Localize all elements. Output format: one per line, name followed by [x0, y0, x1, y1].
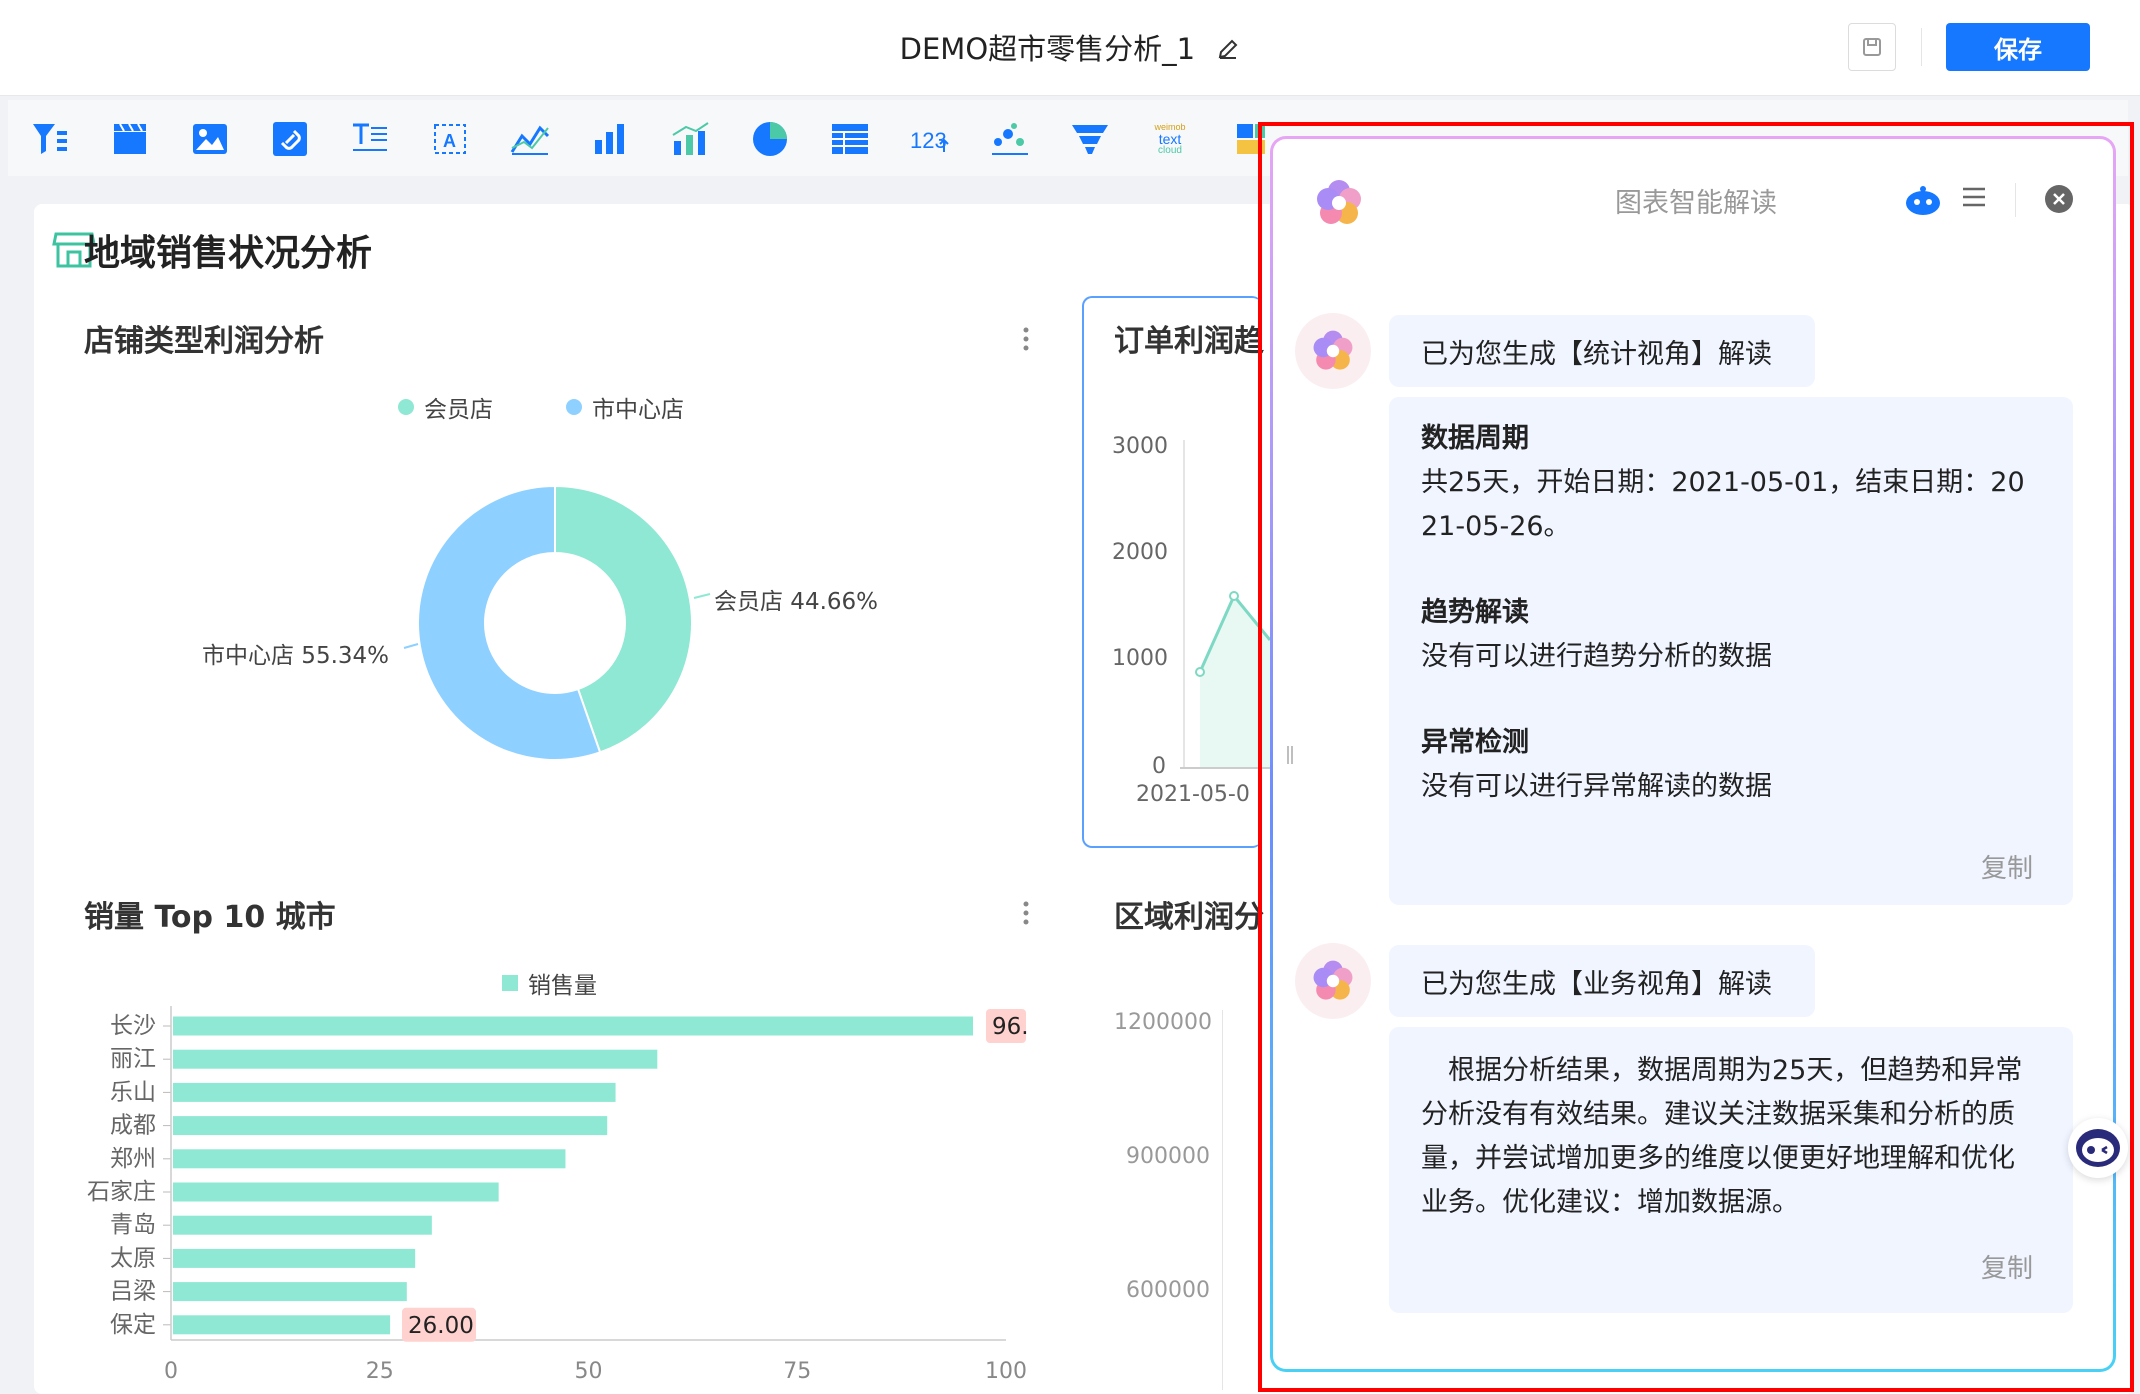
save-draft-icon	[1863, 38, 1881, 56]
bar-category-label: 长沙	[110, 1013, 156, 1039]
bar[interactable]	[173, 1082, 616, 1102]
close-icon[interactable]	[2045, 185, 2073, 213]
line-x-tick: 2021-05-0	[1136, 782, 1250, 807]
ai-avatar-icon	[1313, 330, 1353, 370]
bar-chart: 长沙丽江乐山成都郑州石家庄青岛太原吕梁保定 0 25 50 75 100 96. 26.00	[87, 1006, 1029, 1384]
stat-heading: 数据周期	[1421, 423, 1529, 454]
line-y-tick: 1000	[1112, 646, 1168, 671]
biz-body-bubble: 根据分析结果，数据周期为25天，但趋势和异常分析没有有效结果。建议关注数据采集和…	[1389, 1027, 2073, 1313]
ai-panel-title: 图表智能解读	[1615, 188, 1777, 219]
panel-divider	[2015, 183, 2016, 217]
word-cloud-icon[interactable]: weimob text cloud	[1148, 118, 1192, 160]
bar[interactable]	[173, 1116, 608, 1136]
copy-button[interactable]: 复制	[1981, 847, 2033, 891]
region-y-tick: 600000	[1126, 1278, 1210, 1303]
copy-button[interactable]: 复制	[1981, 1247, 2033, 1291]
line-y-tick: 0	[1152, 754, 1166, 779]
edit-title-icon[interactable]	[1216, 34, 1240, 68]
bar[interactable]	[173, 1282, 407, 1302]
value-label: 26.00	[408, 1313, 474, 1339]
region-chart-title: 区域利润分	[1114, 900, 1264, 935]
stat-heading: 趋势解读	[1421, 597, 1529, 628]
bar[interactable]	[173, 1016, 973, 1036]
funnel-icon[interactable]	[1068, 118, 1112, 160]
ai-avatar	[1295, 943, 1371, 1019]
bar-category-label: 太原	[110, 1245, 156, 1271]
treemap-icon[interactable]	[1228, 118, 1272, 160]
bar-x-tick: 50	[575, 1359, 603, 1384]
biz-text: 根据分析结果，数据周期为25天，但趋势和异常分析没有有效结果。建议关注数据采集和…	[1421, 1055, 2023, 1218]
bar[interactable]	[173, 1315, 391, 1335]
bar[interactable]	[173, 1049, 658, 1069]
region-y-tick: 900000	[1126, 1144, 1210, 1169]
bar[interactable]	[173, 1215, 432, 1235]
value-label: 96.	[992, 1014, 1029, 1040]
bar-category-label: 青岛	[110, 1212, 156, 1238]
ai-insight-panel: 图表智能解读 已为您生成【统计视角】解读 数据周期 共25天，开始日期：2021…	[1270, 136, 2116, 1372]
ai-avatar-icon	[1313, 960, 1353, 1000]
region-y-tick: 1200000	[1114, 1010, 1212, 1035]
stat-body-bubble: 数据周期 共25天，开始日期：2021-05-01，结束日期：20 21-05-…	[1389, 397, 2073, 905]
bar[interactable]	[173, 1182, 499, 1202]
line-y-tick: 2000	[1112, 540, 1168, 565]
menu-icon[interactable]	[1961, 183, 1987, 213]
stat-text: 没有可以进行趋势分析的数据	[1421, 641, 1772, 672]
bar[interactable]	[173, 1248, 416, 1268]
region-axis	[1222, 1010, 1223, 1390]
stat-heading: 异常检测	[1421, 727, 1529, 758]
bar-category-label: 吕梁	[110, 1279, 156, 1305]
stat-text: 没有可以进行异常解读的数据	[1421, 771, 1772, 802]
line-y-tick: 3000	[1112, 434, 1168, 459]
bar-x-tick: 100	[985, 1359, 1027, 1384]
line-chart-plot	[1180, 440, 1270, 769]
bar-x-tick: 75	[783, 1359, 811, 1384]
save-draft-button[interactable]	[1848, 23, 1896, 71]
bar[interactable]	[173, 1149, 566, 1169]
bar-x-tick: 25	[366, 1359, 394, 1384]
ai-avatar	[1295, 313, 1371, 389]
header-divider	[1921, 28, 1922, 66]
bar-x-tick: 0	[164, 1359, 178, 1384]
bar-category-label: 丽江	[110, 1046, 156, 1072]
save-button[interactable]: 保存	[1946, 23, 2090, 71]
assistant-bot-icon[interactable]	[2068, 1118, 2128, 1178]
bar-category-label: 石家庄	[87, 1179, 156, 1205]
bar-category-label: 郑州	[110, 1146, 156, 1172]
bar-category-label: 成都	[110, 1113, 156, 1139]
biz-head-bubble: 已为您生成【业务视角】解读	[1389, 945, 1815, 1017]
robot-icon[interactable]	[1905, 185, 1941, 219]
stat-text: 共25天，开始日期：2021-05-01，结束日期：20 21-05-26。	[1421, 467, 2025, 542]
bar-category-label: 保定	[110, 1312, 156, 1338]
line-chart-title: 订单利润趋	[1114, 324, 1264, 359]
resize-handle[interactable]	[1286, 744, 1294, 772]
bar-category-label: 乐山	[110, 1079, 156, 1105]
stat-head-bubble: 已为您生成【统计视角】解读	[1389, 315, 1815, 387]
